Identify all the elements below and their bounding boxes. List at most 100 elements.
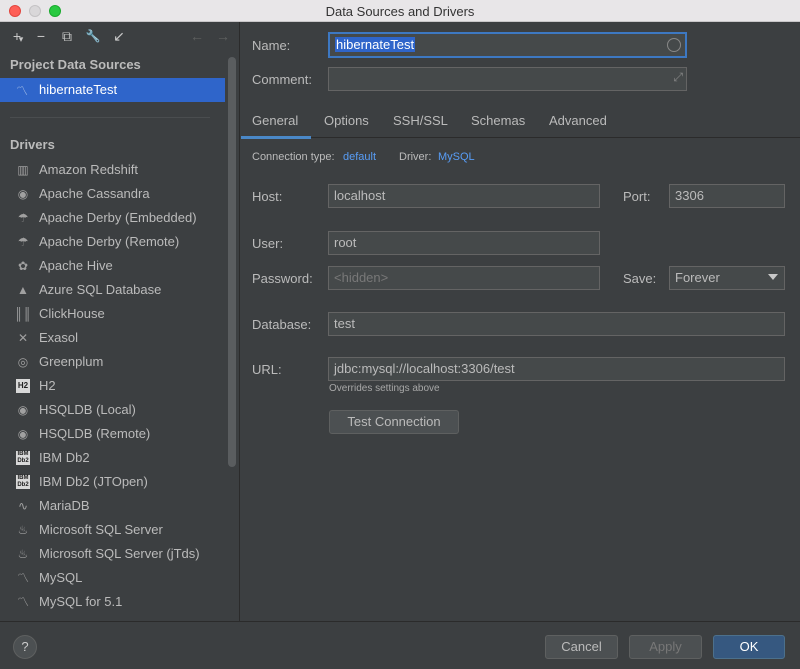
driver-label: Amazon Redshift (39, 162, 138, 177)
password-label: Password: (252, 271, 313, 286)
driver-item[interactable]: ◉ HSQLDB (Local) (0, 398, 225, 422)
driver-item[interactable]: ♨ Microsoft SQL Server (0, 518, 225, 542)
tab-ssh-ssl[interactable]: SSH/SSL (393, 113, 448, 128)
driver-label: MySQL for 5.1 (39, 594, 123, 609)
data-source-item-hibernatetest[interactable]: 〽 hibernateTest (0, 78, 225, 102)
port-field[interactable]: 3306 (669, 184, 785, 208)
driver-label: HSQLDB (Local) (39, 402, 136, 417)
driver-item[interactable]: ♨ Microsoft SQL Server (jTds) (0, 542, 225, 566)
duplicate-icon[interactable]: ⧉ (58, 27, 76, 45)
apply-button[interactable]: Apply (629, 635, 702, 659)
comment-field[interactable]: ⤢ (328, 67, 687, 91)
add-dropdown-chevron-icon[interactable]: ▾ (17, 30, 25, 48)
remove-icon[interactable]: − (32, 27, 50, 45)
sql-server-icon: ♨ (17, 523, 29, 537)
host-field[interactable]: localhost (328, 184, 600, 208)
url-hint: Overrides settings above (329, 383, 440, 394)
connection-type-label: Connection type: (252, 151, 335, 163)
driver-link[interactable]: MySQL (438, 151, 475, 163)
user-field[interactable]: root (328, 231, 600, 255)
driver-label: Greenplum (39, 354, 104, 369)
driver-label: Microsoft SQL Server (jTds) (39, 546, 200, 561)
sql-server-icon: ♨ (17, 547, 29, 561)
clickhouse-icon: ║║ (14, 307, 32, 321)
mysql-icon: 〽 (16, 571, 29, 585)
driver-item[interactable]: IBM Db2 IBM Db2 (0, 446, 225, 470)
tab-general[interactable]: General (252, 113, 298, 128)
hive-icon: ✿ (17, 259, 29, 273)
title-bar: Data Sources and Drivers (0, 0, 800, 22)
tab-options[interactable]: Options (324, 113, 369, 128)
driver-item[interactable]: ✿ Apache Hive (0, 254, 225, 278)
data-source-label: hibernateTest (39, 82, 118, 97)
driver-item[interactable]: 〽 MySQL for 5.1 (0, 590, 225, 614)
database-label: Database: (252, 317, 312, 332)
port-label: Port: (623, 189, 651, 204)
wrench-icon[interactable]: 🔧 (84, 27, 102, 45)
cassandra-icon: ◉ (17, 187, 29, 201)
password-field[interactable]: <hidden> (328, 266, 600, 290)
derby-icon: ☂ (17, 211, 29, 225)
url-field[interactable]: jdbc:mysql://localhost:3306/test (328, 357, 785, 381)
driver-item[interactable]: 〽 MySQL (0, 566, 225, 590)
save-dropdown[interactable]: Forever (669, 266, 785, 290)
name-label: Name: (252, 38, 291, 53)
driver-label: HSQLDB (Remote) (39, 426, 151, 441)
host-label: Host: (252, 189, 283, 204)
driver-item[interactable]: ✕ Exasol (0, 326, 225, 350)
connection-type-link[interactable]: default (343, 151, 376, 163)
database-field[interactable]: test (328, 312, 785, 336)
driver-item[interactable]: IBM Db2 IBM Db2 (JTOpen) (0, 470, 225, 494)
driver-label: MySQL (39, 570, 83, 585)
drivers-list: ▥ Amazon Redshift ◉ Apache Cassandra ☂ Apac… (0, 158, 225, 621)
url-label: URL: (252, 362, 282, 377)
help-button[interactable]: ? (13, 635, 37, 659)
cancel-button[interactable]: Cancel (545, 635, 618, 659)
driver-item[interactable]: ◉ Apache Cassandra (0, 182, 225, 206)
amazon-redshift-icon: ▥ (17, 163, 29, 177)
driver-label: Apache Hive (39, 258, 113, 273)
forward-arrow-icon[interactable]: → (214, 27, 232, 45)
color-picker-icon[interactable] (667, 38, 681, 52)
back-arrow-icon[interactable]: ← (188, 27, 206, 45)
mysql-icon: 〽 (16, 595, 29, 609)
greenplum-icon: ◎ (17, 355, 29, 369)
driver-label: IBM Db2 (JTOpen) (39, 474, 148, 489)
driver-item[interactable]: ▲ Azure SQL Database (0, 278, 225, 302)
tab-advanced[interactable]: Advanced (549, 113, 607, 128)
save-label: Save: (623, 271, 657, 286)
import-icon[interactable]: ↙ (110, 27, 128, 45)
h2-icon: H2 (16, 379, 30, 393)
name-field-value: hibernateTest (335, 37, 416, 52)
tab-schemas[interactable]: Schemas (471, 113, 525, 128)
test-connection-button[interactable]: Test Connection (329, 410, 459, 434)
driver-item[interactable]: ☂ Apache Derby (Embedded) (0, 206, 225, 230)
save-dropdown-value: Forever (675, 270, 720, 285)
driver-item[interactable]: ║║ ClickHouse (0, 302, 225, 326)
driver-item[interactable]: ▥ Amazon Redshift (0, 158, 225, 182)
drivers-title: Drivers (10, 137, 55, 152)
right-panel: Name: hibernateTest Comment: ⤢ General O… (241, 22, 800, 621)
driver-item[interactable]: ◉ HSQLDB (Remote) (0, 422, 225, 446)
tab-bar: General Options SSH/SSL Schemas Advanced (241, 106, 800, 139)
driver-item[interactable]: H2 H2 (0, 374, 225, 398)
exasol-icon: ✕ (17, 331, 29, 345)
ibm-db2-icon: IBM Db2 (16, 475, 30, 489)
drivers-scrollbar[interactable] (228, 57, 236, 467)
hsqldb-icon: ◉ (17, 403, 29, 417)
name-field[interactable]: hibernateTest (328, 32, 687, 58)
chevron-down-icon (768, 274, 778, 280)
driver-label: IBM Db2 (39, 450, 90, 465)
ok-button[interactable]: OK (713, 635, 785, 659)
driver-item[interactable]: ∿ MariaDB (0, 494, 225, 518)
driver-item[interactable]: ☂ Apache Derby (Remote) (0, 230, 225, 254)
ibm-db2-icon: IBM Db2 (16, 451, 30, 465)
hsqldb-icon: ◉ (17, 427, 29, 441)
tab-selection-indicator (241, 136, 311, 139)
left-toolbar: + ▾ − ⧉ 🔧 ↙ ← → (0, 22, 240, 50)
driver-label: Microsoft SQL Server (39, 522, 163, 537)
expand-icon[interactable]: ⤢ (673, 70, 683, 85)
driver-label: Apache Cassandra (39, 186, 150, 201)
driver-item[interactable]: ◎ Greenplum (0, 350, 225, 374)
driver-label: MariaDB (39, 498, 90, 513)
